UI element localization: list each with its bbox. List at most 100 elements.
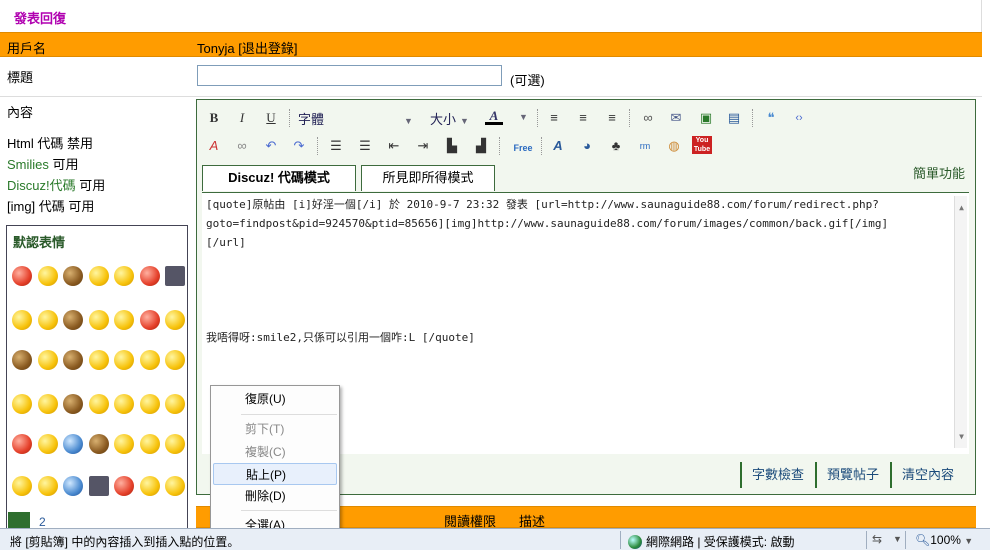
smiley-icon[interactable]: [12, 434, 32, 454]
smiley-icon[interactable]: [12, 310, 32, 330]
smiley-icon[interactable]: [88, 476, 109, 496]
smiley-icon[interactable]: [37, 310, 58, 330]
smiley-icon[interactable]: [12, 476, 32, 496]
zoom-level[interactable]: 🔍︎100% ▼: [915, 533, 973, 547]
smiley-icon[interactable]: [88, 310, 109, 330]
smiley-icon[interactable]: [114, 394, 134, 414]
indent-icon[interactable]: ⇥: [414, 137, 432, 155]
undo-icon[interactable]: ↶: [262, 137, 280, 155]
smiley-icon[interactable]: [12, 350, 32, 370]
font-select[interactable]: 字體 ▼: [298, 109, 413, 128]
quote-icon[interactable]: ❝: [762, 109, 780, 127]
tab-wysiwyg[interactable]: 所見即所得模式: [361, 165, 495, 191]
menu-item-copy[interactable]: 複製(C): [213, 441, 337, 463]
ordered-list-icon[interactable]: ☰: [327, 137, 345, 155]
smiley-icon[interactable]: [165, 310, 185, 330]
remove-format-icon[interactable]: A: [205, 137, 223, 155]
youtube-button[interactable]: You Tube: [692, 136, 712, 154]
smiley-icon[interactable]: [63, 350, 83, 370]
smiley-icon[interactable]: [63, 476, 83, 496]
smiley-icon[interactable]: [37, 476, 58, 496]
smiley-icon[interactable]: [139, 310, 160, 330]
flash-icon[interactable]: ◕: [578, 137, 596, 155]
textarea-scrollbar[interactable]: ▲ ▼: [954, 196, 967, 448]
music-icon[interactable]: ◍: [665, 137, 683, 155]
smiley-icon[interactable]: [88, 434, 109, 454]
menu-item-paste[interactable]: 貼上(P): [213, 463, 337, 485]
redo-icon[interactable]: ↷: [290, 137, 308, 155]
smiley-icon[interactable]: [37, 350, 58, 370]
scroll-up-icon[interactable]: ▲: [955, 198, 968, 217]
menu-item-cut[interactable]: 剪下(T): [213, 418, 337, 440]
smiley-icon[interactable]: [139, 394, 160, 414]
scroll-down-icon[interactable]: ▼: [955, 427, 968, 446]
image-icon[interactable]: ▣: [697, 109, 715, 127]
smiley-icon[interactable]: [114, 266, 134, 286]
smiley-icon[interactable]: [63, 266, 83, 286]
bold-button[interactable]: B: [205, 109, 223, 127]
smiley-icon[interactable]: [63, 394, 83, 414]
smiley-icon[interactable]: [63, 434, 83, 454]
menu-item-undo[interactable]: 復原(U): [213, 388, 337, 410]
align-right-icon[interactable]: ≡: [603, 109, 621, 127]
clear-content-button[interactable]: 清空內容: [890, 462, 954, 488]
float-right-icon[interactable]: ▟: [472, 137, 490, 155]
smiley-icon[interactable]: [165, 394, 185, 414]
smiley-icon[interactable]: [139, 266, 160, 286]
underline-button[interactable]: U: [262, 109, 280, 127]
smiley-icon[interactable]: [12, 394, 32, 414]
font-style-icon[interactable]: A: [549, 137, 567, 155]
smiley-icon[interactable]: [165, 476, 185, 496]
smiley-icon[interactable]: [114, 434, 134, 454]
smiley-icon[interactable]: [37, 394, 58, 414]
word-count-button[interactable]: 字數檢查: [740, 462, 804, 488]
smiley-icon[interactable]: [88, 350, 109, 370]
chevron-down-icon[interactable]: ▼: [893, 534, 902, 544]
media-icon[interactable]: ▤: [725, 109, 743, 127]
smiley-icon[interactable]: [165, 434, 185, 454]
menu-item-delete[interactable]: 刪除(D): [213, 485, 337, 507]
subject-input[interactable]: [197, 65, 502, 86]
smiley-icon[interactable]: [139, 350, 160, 370]
preview-button[interactable]: 預覽帖子: [815, 462, 879, 488]
protected-mode-icon[interactable]: ⇆: [872, 532, 882, 546]
smiley-icon[interactable]: [114, 476, 134, 496]
smiley-icon[interactable]: [139, 476, 160, 496]
smiley-icon[interactable]: [12, 266, 32, 286]
simple-mode-link[interactable]: 簡單功能: [913, 163, 965, 182]
email-icon[interactable]: ✉: [667, 109, 685, 127]
align-center-icon[interactable]: ≡: [574, 109, 592, 127]
security-zone[interactable]: 網際網路 | 受保護模式: 啟動: [628, 533, 794, 550]
text-color-dropdown-icon[interactable]: ▼: [519, 112, 528, 122]
smiley-icon[interactable]: [114, 350, 134, 370]
smiley-icon[interactable]: [37, 266, 58, 286]
logout-link[interactable]: [退出登錄]: [238, 41, 297, 56]
smiley-icon[interactable]: [37, 434, 58, 454]
smiley-icon[interactable]: [139, 434, 160, 454]
code-icon[interactable]: ‹›: [790, 109, 808, 127]
italic-button[interactable]: I: [233, 109, 251, 127]
smilies-page-1[interactable]: [8, 512, 30, 528]
smiley-icon[interactable]: [165, 350, 185, 370]
status-separator: [620, 531, 621, 549]
smiley-icon[interactable]: [88, 394, 109, 414]
rm-icon[interactable]: rm: [636, 137, 654, 155]
unlink-icon[interactable]: ∞: [233, 137, 251, 155]
smiley-icon[interactable]: [114, 310, 134, 330]
smiley-icon[interactable]: [63, 310, 83, 330]
tab-discuz-code[interactable]: Discuz! 代碼模式: [202, 165, 356, 191]
qq-icon[interactable]: ♣: [607, 137, 625, 155]
smilies-page-2[interactable]: 2: [39, 515, 46, 529]
smiley-icon[interactable]: [165, 266, 185, 286]
smiley-icon[interactable]: [88, 266, 109, 286]
outdent-icon[interactable]: ⇤: [385, 137, 403, 155]
float-left-icon[interactable]: ▙: [443, 137, 461, 155]
align-left-icon[interactable]: ≡: [545, 109, 563, 127]
toolbar-separator: [541, 137, 542, 155]
size-select[interactable]: 大小 ▼: [430, 109, 469, 128]
unordered-list-icon[interactable]: ☰: [356, 137, 374, 155]
text-color-button[interactable]: A: [485, 107, 503, 125]
free-button[interactable]: Free: [510, 139, 536, 157]
username-label: 用戶名: [7, 41, 47, 56]
link-icon[interactable]: ∞: [639, 109, 657, 127]
